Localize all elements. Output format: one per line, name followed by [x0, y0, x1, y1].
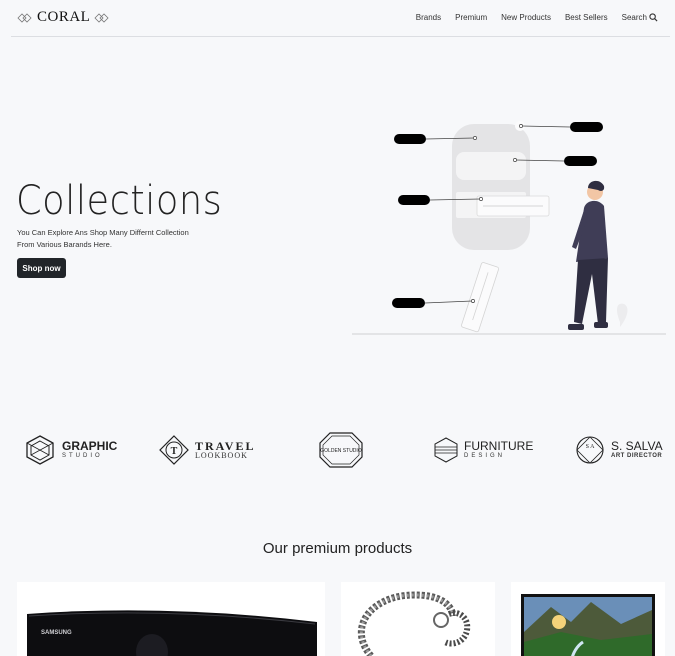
- brand-ornament-left-icon: [17, 12, 32, 23]
- monitor-image: SAMSUNG: [27, 610, 317, 656]
- brand-ornament-right-icon: [94, 12, 109, 23]
- s-salva-emblem-icon: S A: [576, 436, 604, 464]
- product-card-landscape-frame[interactable]: [511, 582, 665, 656]
- nav-link-best-sellers[interactable]: Best Sellers: [565, 13, 608, 22]
- hero-subtitle: You Can Explore Ans Shop Many Differnt C…: [17, 227, 217, 251]
- golden-studio-name: GOLDEN STUDIO: [320, 448, 362, 454]
- nav-links: Brands Premium New Products Best Sellers…: [416, 13, 658, 22]
- monitor-brand-label: SAMSUNG: [41, 630, 72, 636]
- brand-name: CORAL: [37, 9, 91, 25]
- travel-lookbook-emblem-icon: T: [159, 435, 189, 465]
- brand-logo-travel-lookbook[interactable]: T TRAVEL LOOKBOOK: [159, 425, 255, 475]
- bracelet-image: [357, 591, 471, 656]
- search-icon: [649, 13, 658, 22]
- s-salva-text: S. SALVA ART DIRECTOR: [611, 440, 663, 460]
- shop-now-button[interactable]: Shop now: [17, 258, 66, 278]
- furniture-design-text: FURNITURE DESIGN: [464, 440, 533, 460]
- graphic-studio-text: GRAPHIC STUDIO: [62, 440, 117, 460]
- furniture-design-sub: DESIGN: [464, 453, 506, 459]
- travel-lookbook-sub: LOOKBOOK: [195, 451, 248, 460]
- graphic-studio-name: GRAPHIC: [62, 439, 118, 453]
- nav-search[interactable]: Search: [622, 13, 658, 22]
- brand-logo-graphic-studio[interactable]: GRAPHIC STUDIO: [24, 425, 117, 475]
- brand-logo-s-salva[interactable]: S A S. SALVA ART DIRECTOR: [575, 425, 663, 475]
- golden-studio-emblem-icon: GOLDEN STUDIO: [319, 432, 363, 468]
- brand-logo-golden-studio[interactable]: GOLDEN STUDIO: [318, 425, 364, 475]
- nav-link-new-products[interactable]: New Products: [501, 13, 551, 22]
- graphic-studio-sub: STUDIO: [62, 453, 103, 459]
- s-salva-seal: S A: [586, 444, 596, 450]
- s-salva-name: S. SALVA: [611, 439, 663, 453]
- product-card-monitor[interactable]: SAMSUNG: [17, 582, 325, 656]
- landscape-frame-image: [521, 594, 655, 656]
- brand-logo[interactable]: CORAL: [17, 9, 110, 26]
- navbar: CORAL Brands Premium New Products Best S…: [11, 0, 670, 37]
- furniture-design-name: FURNITURE: [464, 439, 534, 453]
- hero-subtitle-line-2: From Various Barands Here.: [17, 240, 112, 249]
- s-salva-sub: ART DIRECTOR: [611, 453, 663, 459]
- furniture-design-emblem-icon: [434, 437, 458, 463]
- search-label: Search: [621, 13, 647, 22]
- svg-text:T: T: [171, 446, 178, 457]
- brand-logo-furniture-design[interactable]: FURNITURE DESIGN: [434, 425, 533, 475]
- hero-title: Collections: [16, 178, 223, 224]
- premium-products-heading: Our premium products: [262, 540, 413, 557]
- hero-illustration: [352, 121, 666, 335]
- hero-subtitle-line-1: You Can Explore Ans Shop Many Differnt C…: [17, 228, 189, 237]
- brand-logos: GRAPHIC STUDIO T TRAVEL LOOKBOOK GOLDEN …: [0, 425, 675, 475]
- nav-link-premium[interactable]: Premium: [455, 13, 487, 22]
- nav-link-brands[interactable]: Brands: [416, 13, 441, 22]
- product-card-bracelet[interactable]: [341, 582, 495, 656]
- travel-lookbook-text: TRAVEL LOOKBOOK: [195, 440, 255, 460]
- graphic-studio-emblem-icon: [26, 435, 54, 465]
